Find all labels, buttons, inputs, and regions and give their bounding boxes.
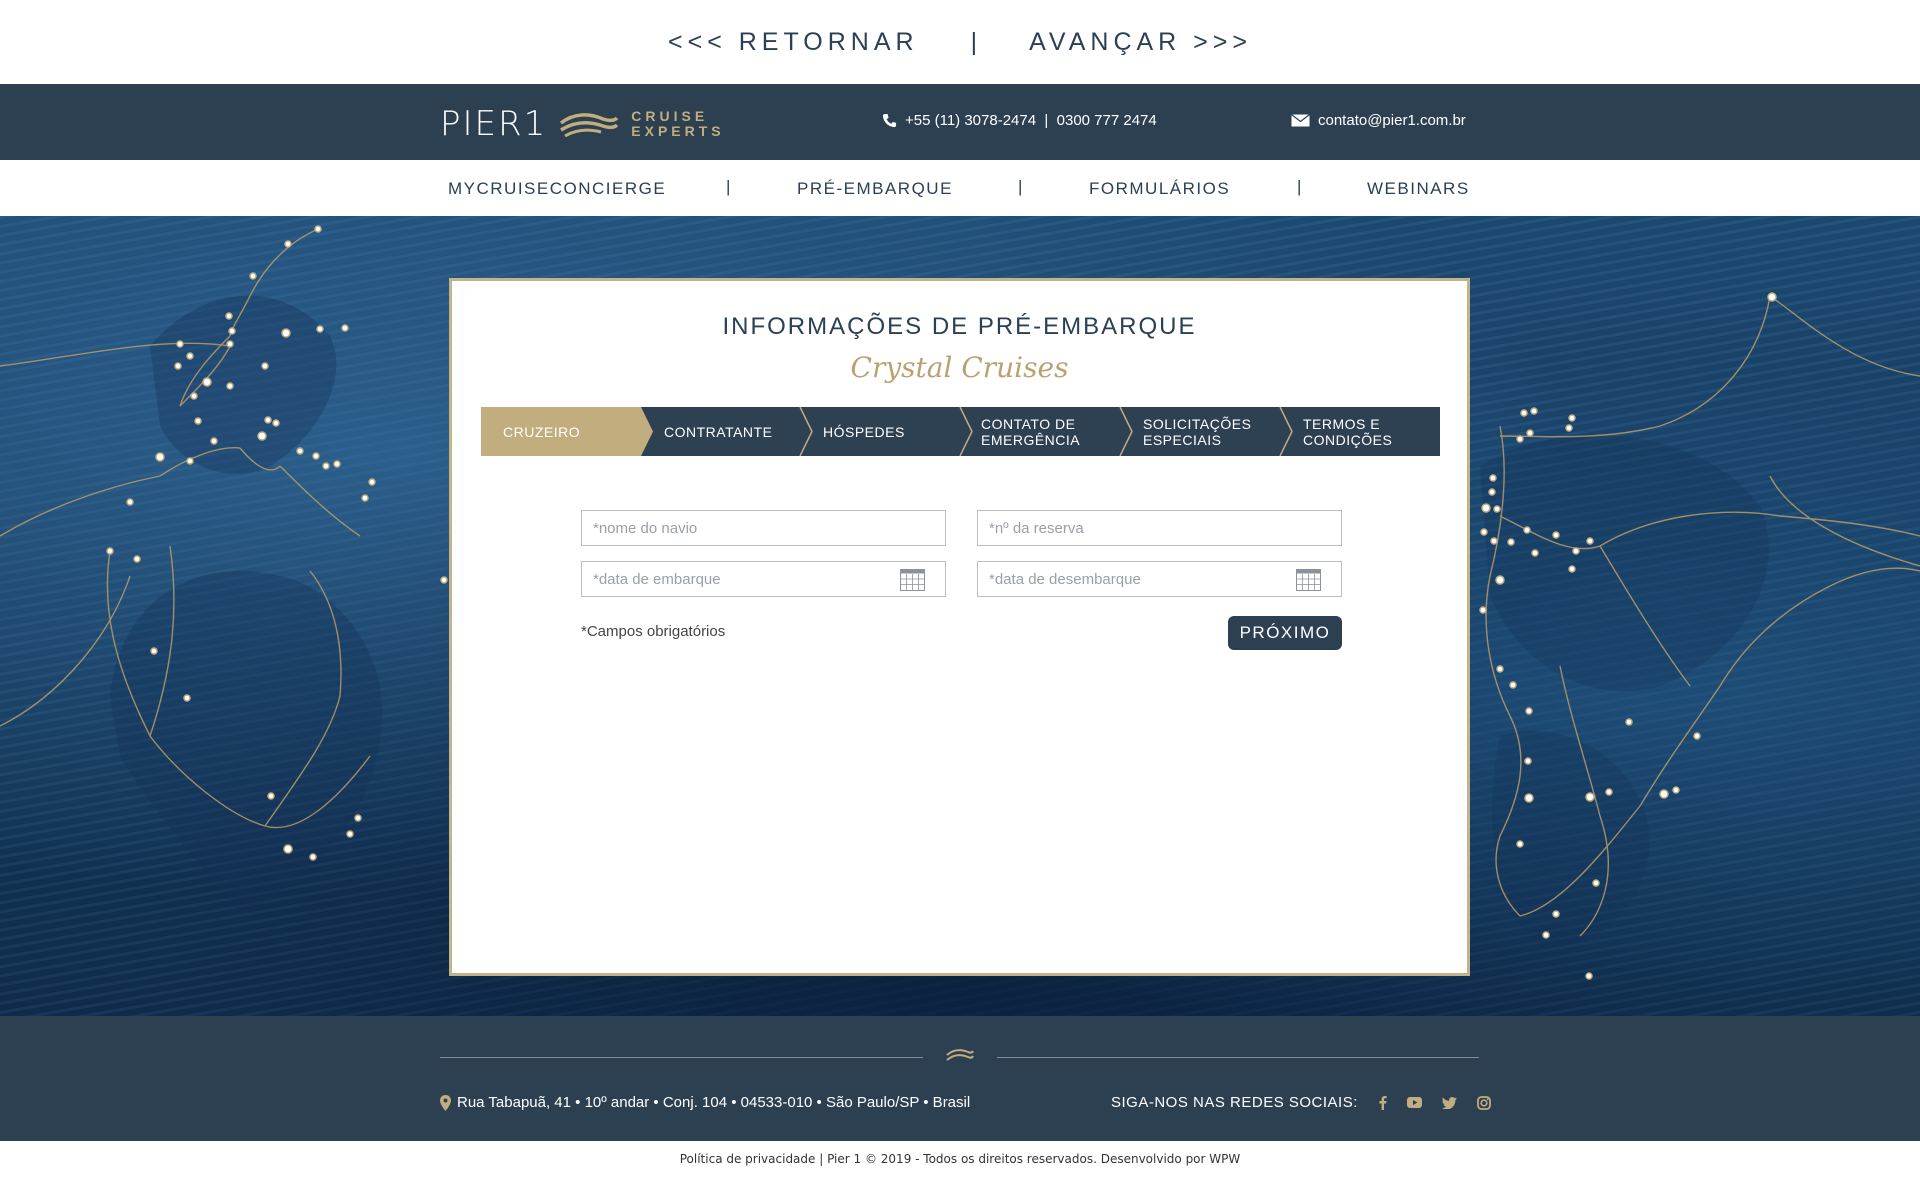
step-cruzeiro[interactable]: CRUZEIRO bbox=[503, 407, 580, 456]
menu-item-mycruiseconcierge[interactable]: MYCRUISECONCIERGE bbox=[448, 179, 666, 199]
youtube-icon[interactable] bbox=[1406, 1097, 1422, 1108]
cruise-line-name: Crystal Cruises bbox=[850, 351, 1069, 384]
nav-separator: | bbox=[970, 27, 978, 56]
step-label: CONTRATANTE bbox=[664, 423, 773, 440]
step-hospedes[interactable]: HÓSPEDES bbox=[823, 407, 905, 456]
phone-contact: +55 (11) 3078-2474 | 0300 777 2474 bbox=[882, 112, 1157, 129]
instagram-icon[interactable] bbox=[1476, 1095, 1491, 1110]
disembark-date-field bbox=[977, 561, 1342, 597]
footer-divider bbox=[440, 1057, 923, 1058]
logo-tagline-line1: CRUISE bbox=[631, 108, 709, 124]
main-menu: MYCRUISECONCIERGE | PRÉ-EMBARQUE | FORMU… bbox=[0, 160, 1920, 216]
form-title: INFORMAÇÕES DE PRÉ-EMBARQUE bbox=[722, 313, 1197, 340]
menu-item-pre-embarque[interactable]: PRÉ-EMBARQUE bbox=[797, 179, 953, 199]
phone-icon bbox=[882, 113, 897, 128]
email-contact: contato@pier1.com.br bbox=[1291, 112, 1466, 129]
step-label-line2: EMERGÊNCIA bbox=[981, 431, 1081, 448]
booking-number-field bbox=[977, 510, 1342, 546]
menu-item-formularios[interactable]: FORMULÁRIOS bbox=[1089, 179, 1230, 199]
phone-numbers[interactable]: +55 (11) 3078-2474 | 0300 777 2474 bbox=[905, 112, 1157, 129]
ship-name-input[interactable] bbox=[593, 519, 875, 537]
email-address[interactable]: contato@pier1.com.br bbox=[1318, 112, 1466, 129]
menu-separator: | bbox=[726, 177, 732, 196]
step-label-line2: CONDIÇÕES bbox=[1303, 431, 1393, 448]
step-solicitacoes-especiais[interactable]: SOLICITAÇÕES ESPECIAIS bbox=[1143, 407, 1251, 456]
logo-tagline: CRUISE EXPERTS bbox=[631, 109, 724, 139]
address-text: Rua Tabapuã, 41 • 10º andar • Conj. 104 … bbox=[457, 1094, 971, 1111]
logo-wordmark: PIER1 bbox=[440, 104, 548, 144]
menu-separator: | bbox=[1297, 177, 1303, 196]
logo-wave-icon bbox=[560, 113, 619, 137]
next-button[interactable]: PRÓXIMO bbox=[1228, 616, 1342, 650]
booking-number-input[interactable] bbox=[989, 519, 1271, 537]
embark-date-field bbox=[581, 561, 946, 597]
footer-address: Rua Tabapuã, 41 • 10º andar • Conj. 104 … bbox=[440, 1094, 970, 1111]
back-link[interactable]: <<< RETORNAR bbox=[668, 28, 919, 57]
logo-tagline-line2: EXPERTS bbox=[631, 123, 725, 139]
calendar-icon[interactable] bbox=[900, 569, 925, 591]
hero-background: INFORMAÇÕES DE PRÉ-EMBARQUE Crystal Crui… bbox=[0, 216, 1920, 1016]
form-steps-bar: CRUZEIRO CONTRATANTE HÓSPEDES CONTATO DE… bbox=[481, 407, 1440, 456]
social-label: SIGA-NOS NAS REDES SOCIAIS: bbox=[1111, 1094, 1358, 1111]
required-fields-note: *Campos obrigatórios bbox=[581, 623, 726, 640]
pre-embark-form-card: INFORMAÇÕES DE PRÉ-EMBARQUE Crystal Crui… bbox=[449, 278, 1470, 976]
step-label-line1: CONTATO DE bbox=[981, 415, 1076, 432]
site-header: PIER1 CRUISE EXPERTS +55 (11) 3078-2474 … bbox=[0, 84, 1920, 160]
map-pin-icon bbox=[440, 1094, 451, 1111]
calendar-icon[interactable] bbox=[1296, 569, 1321, 591]
footer-wave-icon bbox=[946, 1049, 974, 1061]
step-label: HÓSPEDES bbox=[823, 423, 905, 440]
top-navigation: <<< RETORNAR | AVANÇAR >>> bbox=[0, 0, 1920, 84]
footer-divider bbox=[997, 1057, 1479, 1058]
social-links: SIGA-NOS NAS REDES SOCIAIS: bbox=[1111, 1094, 1491, 1111]
step-contratante[interactable]: CONTRATANTE bbox=[664, 407, 772, 456]
step-contato-emergencia[interactable]: CONTATO DE EMERGÊNCIA bbox=[981, 407, 1080, 456]
step-label-line2: ESPECIAIS bbox=[1143, 431, 1222, 448]
step-termos-condicoes[interactable]: TERMOS E CONDIÇÕES bbox=[1303, 407, 1392, 456]
envelope-icon bbox=[1291, 114, 1310, 127]
menu-separator: | bbox=[1018, 177, 1024, 196]
step-label-line1: SOLICITAÇÕES bbox=[1143, 415, 1252, 432]
steps-chevrons bbox=[481, 407, 1293, 456]
embark-date-input[interactable] bbox=[593, 570, 875, 588]
legal-footer[interactable]: Política de privacidade | Pier 1 © 2019 … bbox=[0, 1141, 1920, 1177]
ship-name-field bbox=[581, 510, 946, 546]
facebook-icon[interactable] bbox=[1378, 1095, 1387, 1110]
menu-item-webinars[interactable]: WEBINARS bbox=[1367, 179, 1470, 199]
pier1-logo[interactable]: PIER1 CRUISE EXPERTS bbox=[440, 104, 725, 144]
step-label-line1: TERMOS E bbox=[1303, 415, 1381, 432]
site-footer: Rua Tabapuã, 41 • 10º andar • Conj. 104 … bbox=[0, 1016, 1920, 1141]
step-label: CRUZEIRO bbox=[503, 423, 581, 440]
forward-link[interactable]: AVANÇAR >>> bbox=[1029, 28, 1252, 57]
twitter-icon[interactable] bbox=[1441, 1096, 1457, 1109]
disembark-date-input[interactable] bbox=[989, 570, 1271, 588]
